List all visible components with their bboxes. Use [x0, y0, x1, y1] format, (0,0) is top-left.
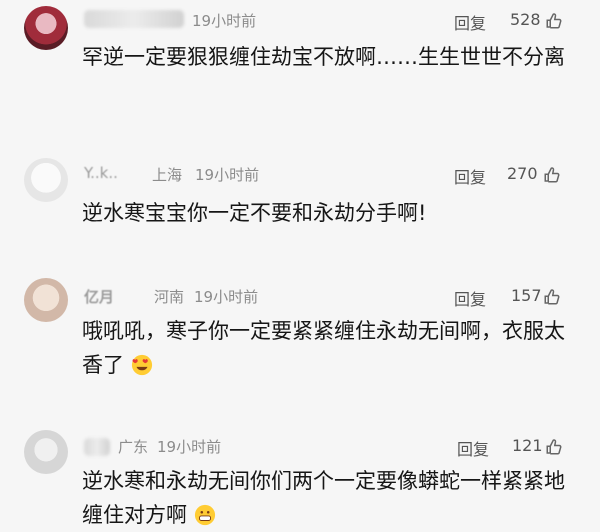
avatar[interactable]	[24, 6, 68, 50]
comment-item: 广东 19小时前 回复 121 逆水寒和永劫无间你们两个一定要像蟒蛇一样紧紧地缠…	[0, 424, 600, 527]
comment-time: 19小时前	[195, 166, 260, 184]
comment-time: 19小时前	[194, 288, 259, 306]
comment-text: 哦吼吼，寒子你一定要紧紧缠住永劫无间啊，衣服太香了	[82, 319, 565, 377]
grimace-emoji	[194, 504, 215, 526]
avatar[interactable]	[24, 158, 68, 202]
comment-time: 19小时前	[192, 12, 257, 30]
like-count: 157	[511, 286, 542, 305]
comment-text: 逆水寒和永劫无间你们两个一定要像蟒蛇一样紧紧地缠住对方啊	[82, 469, 565, 527]
avatar[interactable]	[24, 430, 68, 474]
comment-item: 亿月 河南 19小时前 回复 157 哦吼吼，寒子你一定要紧紧缠住永劫无间啊，衣…	[0, 272, 600, 392]
comment-text-block: 哦吼吼，寒子你一定要紧紧缠住永劫无间啊，衣服太香了	[82, 314, 582, 382]
like-count: 528	[510, 10, 541, 29]
comment-time: 19小时前	[157, 438, 222, 456]
thumbs-up-icon[interactable]	[545, 438, 563, 456]
comment-text: 逆水寒宝宝你一定不要和永劫分手啊!	[82, 201, 427, 225]
like-count: 270	[507, 164, 538, 183]
like-count: 121	[512, 436, 543, 455]
username[interactable]: 亿月	[84, 286, 114, 307]
username-blurred[interactable]	[84, 10, 184, 28]
comment-location: 河南	[154, 288, 185, 306]
username[interactable]: Y..k..	[84, 164, 118, 182]
avatar[interactable]	[24, 278, 68, 322]
comment-item: 19小时前 回复 528 罕逆一定要狠狠缠住劫宝不放啊……生生世世不分离	[0, 0, 600, 130]
comment-text-block: 逆水寒和永劫无间你们两个一定要像蟒蛇一样紧紧地缠住对方啊	[82, 464, 582, 532]
reply-button[interactable]: 回复	[454, 286, 486, 310]
thumbs-up-icon[interactable]	[543, 288, 561, 306]
reply-button[interactable]: 回复	[457, 436, 489, 460]
thumbs-up-icon[interactable]	[545, 12, 563, 30]
username-blurred[interactable]	[84, 438, 110, 456]
comment-location: 广东	[118, 438, 149, 456]
comment-location: 上海	[152, 166, 183, 184]
reply-button[interactable]: 回复	[454, 164, 486, 188]
comment-item: Y..k.. 上海 19小时前 回复 270 逆水寒宝宝你一定不要和永劫分手啊!	[0, 150, 600, 260]
thumbs-up-icon[interactable]	[543, 166, 561, 184]
heart-eyes-emoji	[131, 354, 152, 376]
reply-button[interactable]: 回复	[454, 10, 486, 34]
comment-text: 罕逆一定要狠狠缠住劫宝不放啊……生生世世不分离	[82, 45, 565, 69]
